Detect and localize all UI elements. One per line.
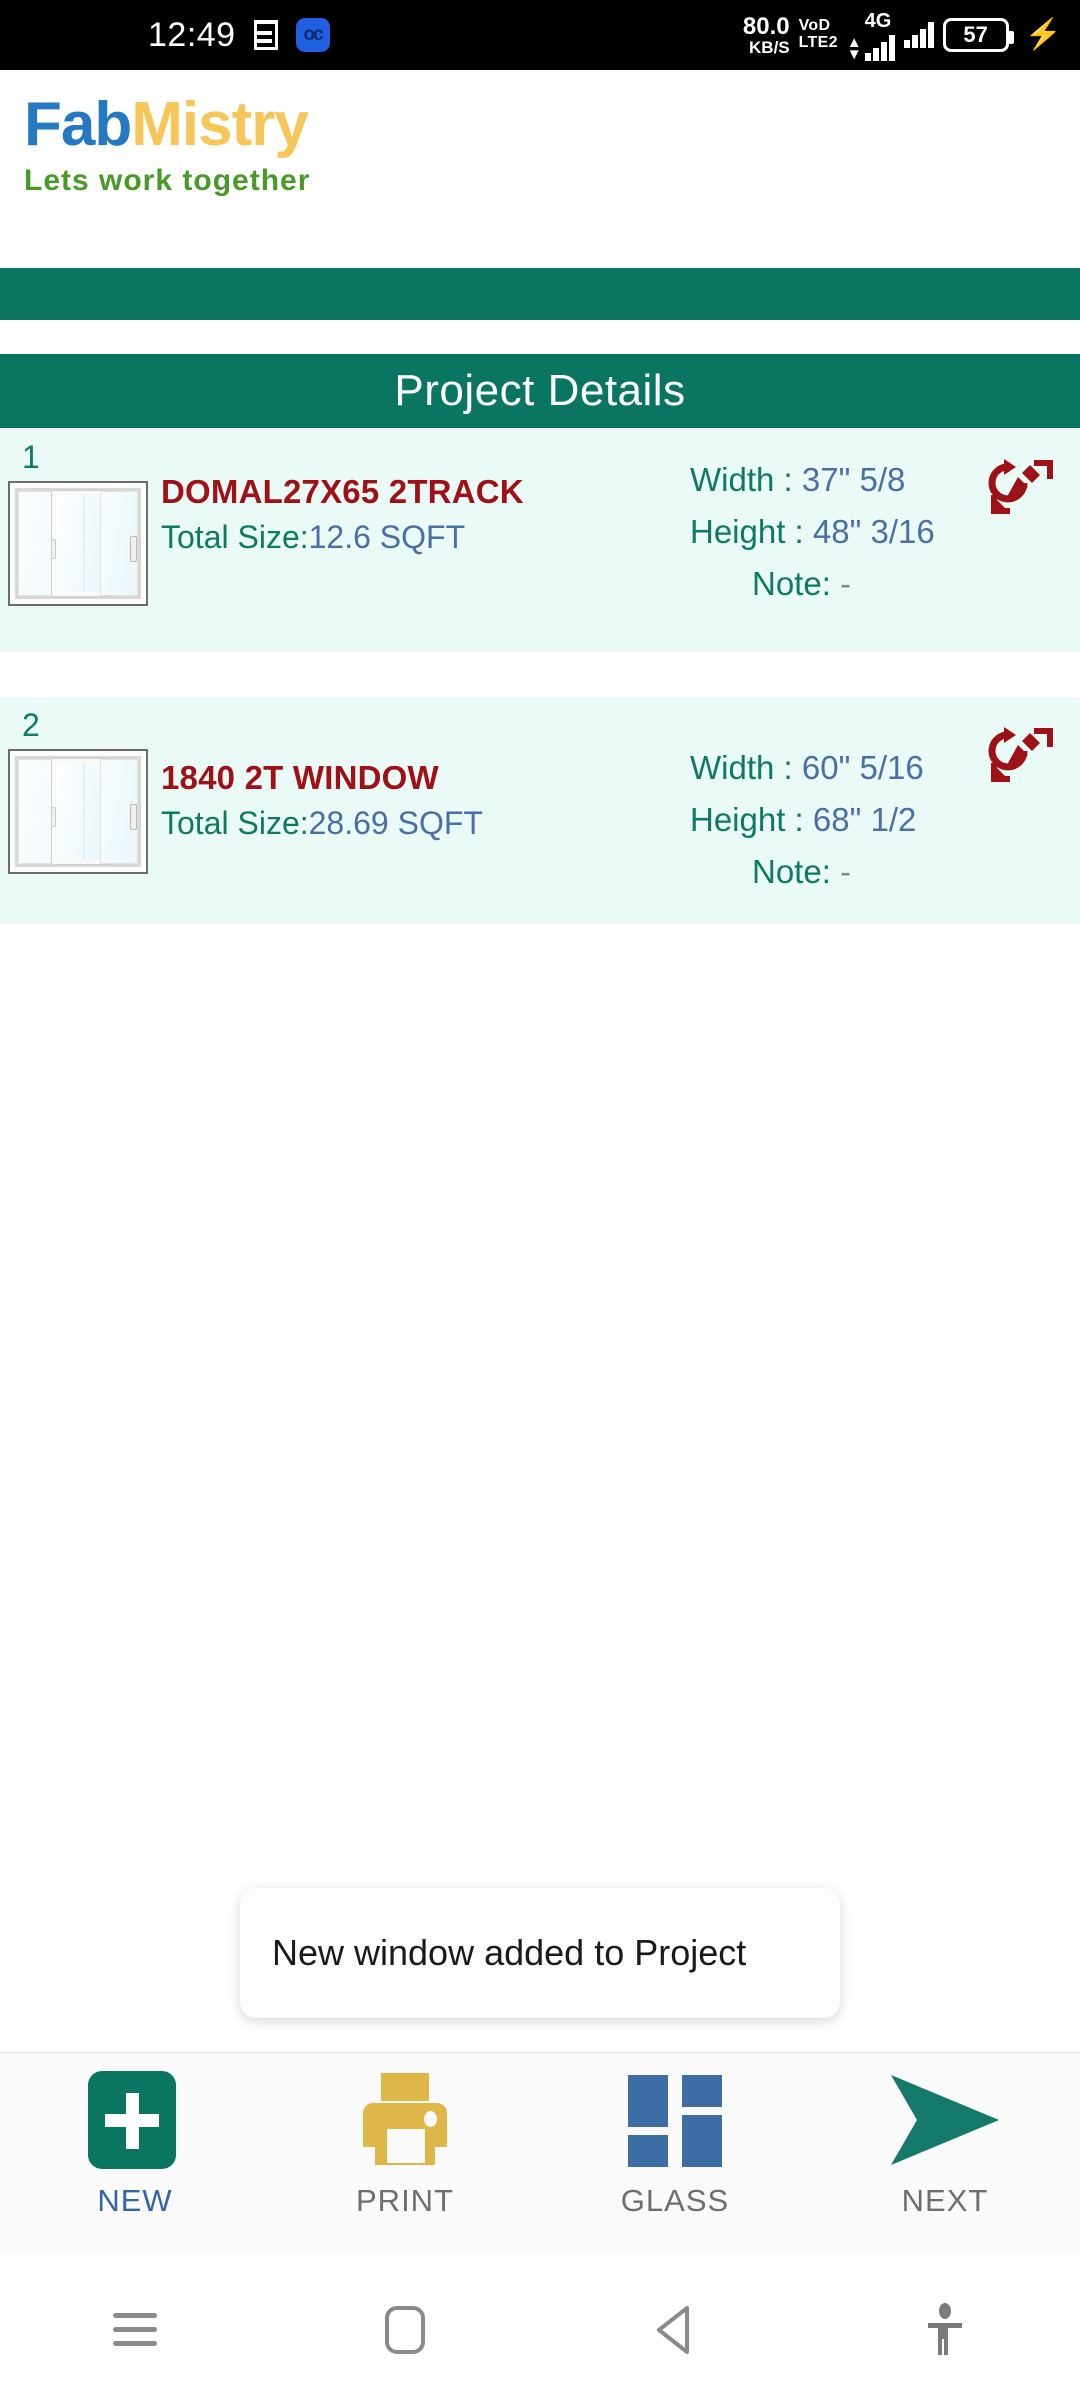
- list-item[interactable]: 1 DOMAL27X65 2TRACK Total Size:12.6 SQFT: [0, 428, 1080, 652]
- logo-wordmark: FabMistry: [24, 94, 1080, 156]
- app-notification-badge-icon: oc: [295, 18, 330, 52]
- width-label: Width :: [690, 749, 793, 786]
- item-info-column: DOMAL27X65 2TRACK Total Size:12.6 SQFT: [155, 429, 690, 556]
- back-icon: [657, 2306, 689, 2354]
- height-label: Height :: [690, 801, 804, 838]
- item-total-size: Total Size:12.6 SQFT: [161, 519, 690, 556]
- edit-refresh-icon[interactable]: [988, 453, 1056, 521]
- bottom-action-bar: NEW PRINT GLASS NEXT: [0, 2052, 1080, 2252]
- note-value: -: [840, 565, 852, 602]
- network-speed-indicator: 80.0 KB/S: [742, 12, 790, 57]
- toast-message: New window added to Project: [240, 1888, 840, 2018]
- sliding-window-thumbnail: [8, 481, 148, 606]
- print-button-label: PRINT: [356, 2183, 454, 2218]
- item-dimensions-column: Width : 37" 5/8 Height : 48" 3/16 Note: …: [690, 429, 1080, 603]
- android-navigation-bar: [0, 2260, 1080, 2400]
- height-value: 68" 1/2: [812, 801, 917, 838]
- recents-button[interactable]: [0, 2313, 270, 2347]
- status-bar-right: 80.0 KB/S VoD LTE2 ▲ ▼ 4G 57 ⚡: [743, 0, 1062, 70]
- network-speed-value: 80.0: [742, 12, 790, 40]
- item-name: 1840 2T WINDOW: [161, 759, 439, 796]
- list-item[interactable]: 2 1840 2T WINDOW Total Size:28.69 SQFT W…: [0, 696, 1080, 924]
- charging-bolt-icon: ⚡: [1024, 18, 1062, 51]
- accessibility-button[interactable]: [810, 2303, 1080, 2357]
- page-title: Project Details: [0, 354, 1080, 428]
- glass-grid-icon: [626, 2071, 724, 2169]
- note-label: Note:: [752, 565, 831, 602]
- volte-icon: VoD LTE2: [798, 17, 838, 52]
- item-name: DOMAL27X65 2TRACK: [161, 473, 524, 510]
- signal-bars-2: [903, 22, 934, 48]
- document-icon: [253, 20, 278, 50]
- print-button[interactable]: PRINT: [270, 2071, 540, 2219]
- battery-icon: 57: [942, 18, 1014, 52]
- status-bar-left: 12:49 oc: [148, 16, 330, 55]
- sliding-window-thumbnail: [8, 749, 148, 874]
- new-button[interactable]: NEW: [0, 2071, 270, 2219]
- arrow-right-icon: [885, 2071, 1005, 2169]
- item-note-row: Note: -: [690, 853, 1080, 891]
- new-button-label: NEW: [97, 2183, 173, 2218]
- item-dimensions-column: Width : 60" 5/16 Height : 68" 1/2 Note: …: [690, 697, 1080, 891]
- glass-button-label: GLASS: [620, 2183, 730, 2218]
- glass-button[interactable]: GLASS: [540, 2071, 810, 2219]
- total-size-label: Total Size:: [161, 804, 309, 841]
- height-label: Height :: [690, 513, 804, 550]
- item-height-row: Height : 68" 1/2: [690, 801, 1080, 839]
- total-size-value: 28.69 SQFT: [308, 804, 483, 841]
- logo-text-mistry: Mistry: [131, 90, 309, 159]
- width-value: 37" 5/8: [801, 461, 906, 498]
- signal-bars-1: [864, 34, 895, 61]
- signal-icon-primary: ▲ ▼ 4G: [846, 9, 895, 63]
- project-items-list[interactable]: 1 DOMAL27X65 2TRACK Total Size:12.6 SQFT: [0, 428, 1080, 924]
- width-value: 60" 5/16: [801, 749, 924, 786]
- printer-icon: [355, 2071, 455, 2169]
- next-button[interactable]: NEXT: [810, 2071, 1080, 2219]
- home-button[interactable]: [270, 2306, 540, 2354]
- menu-icon: [113, 2313, 157, 2347]
- accessibility-icon: [928, 2303, 962, 2355]
- app-logo: FabMistry Lets work together: [0, 70, 1080, 268]
- status-bar: 12:49 oc 80.0 KB/S VoD LTE2 ▲ ▼ 4G 57 ⚡: [0, 0, 1080, 70]
- network-type-label: 4G: [864, 9, 892, 32]
- list-divider: [0, 652, 1080, 696]
- width-label: Width :: [690, 461, 793, 498]
- network-speed-unit: KB/S: [749, 37, 790, 57]
- item-number: 2: [22, 707, 40, 743]
- item-info-column: 1840 2T WINDOW Total Size:28.69 SQFT: [155, 697, 690, 842]
- next-button-label: NEXT: [901, 2183, 989, 2218]
- bar-spacer: [0, 320, 1080, 354]
- data-arrows-icon: ▲ ▼: [846, 33, 862, 63]
- note-label: Note:: [752, 853, 831, 890]
- total-size-label: Total Size:: [161, 518, 309, 555]
- status-time: 12:49: [148, 15, 236, 54]
- logo-tagline: Lets work together: [24, 164, 311, 197]
- item-total-size: Total Size:28.69 SQFT: [161, 805, 690, 842]
- volte-line-1: VoD: [798, 17, 831, 35]
- total-size-value: 12.6 SQFT: [308, 518, 466, 555]
- note-value: -: [840, 853, 852, 890]
- back-button[interactable]: [540, 2304, 810, 2356]
- plus-square-icon: [88, 2071, 182, 2169]
- edit-refresh-icon[interactable]: [988, 721, 1056, 789]
- item-note-row: Note: -: [690, 565, 1080, 603]
- height-value: 48" 3/16: [812, 513, 935, 550]
- accent-bar: [0, 268, 1080, 320]
- home-icon: [385, 2306, 425, 2354]
- logo-text-fab: Fab: [24, 90, 132, 159]
- volte-line-2: LTE2: [798, 34, 838, 51]
- item-number: 1: [22, 439, 40, 475]
